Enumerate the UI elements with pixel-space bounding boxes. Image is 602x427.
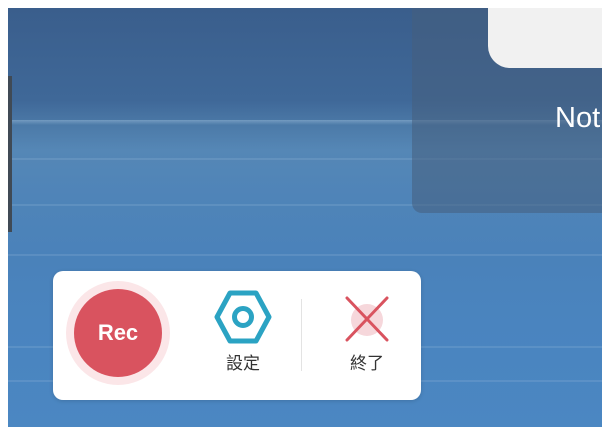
recorder-toolbar: Rec 設定 終了 [53,271,421,400]
settings-button[interactable]: 設定 [203,289,283,389]
record-button[interactable]: Rec [74,289,162,377]
background-dialog: Not [412,8,602,213]
background-dialog-text: Not [555,102,601,134]
wave-line [8,254,602,256]
background-dialog-button[interactable] [488,8,602,68]
left-edge-bar [8,76,12,232]
close-x-icon [339,289,395,345]
settings-label: 設定 [226,354,260,374]
hexagon-gear-icon [212,289,274,345]
toolbar-divider [301,299,302,371]
exit-label: 終了 [350,354,384,374]
record-button-label: Rec [97,320,139,345]
exit-button[interactable]: 終了 [327,289,407,389]
